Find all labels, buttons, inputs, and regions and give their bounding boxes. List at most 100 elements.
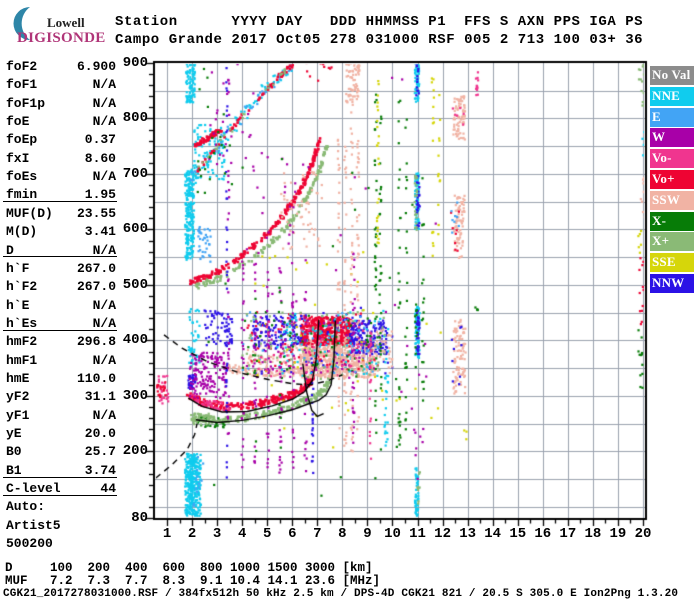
param-row-fmin: fmin 1.95: [6, 187, 116, 205]
param-row-b0: B0 25.7: [6, 444, 116, 462]
param-row-mufd: MUF(D) 23.55: [6, 206, 116, 224]
param-label: yF1: [6, 407, 30, 423]
legend-label: X+: [652, 233, 670, 249]
param-label: B1: [6, 462, 22, 478]
y-tick-label-300: 300: [122, 387, 148, 404]
param-row-hes: h`Es N/A: [6, 316, 116, 334]
param-label: h`E: [6, 297, 30, 313]
param-row-hme: hmE 110.0: [6, 371, 116, 389]
doppler-direction-legend: No Val NNE E W Vo- Vo+ SSW X- X+ SSE NNW: [650, 66, 694, 295]
param-row-fof2: foF2 6.900: [6, 59, 116, 77]
legend-label: NNE: [652, 87, 681, 103]
param-label: C-level: [6, 481, 61, 497]
y-tick-label-200: 200: [122, 443, 148, 460]
param-value: N/A: [92, 352, 116, 368]
param-row-foes: foEs N/A: [6, 169, 116, 187]
param-label: fxI: [6, 150, 30, 166]
param-value: N/A: [92, 77, 116, 93]
param-divider: [3, 201, 117, 203]
param-row-hmf2: hmF2 296.8: [6, 334, 116, 352]
legend-label: SSW: [652, 191, 681, 207]
param-label: M(D): [6, 224, 38, 240]
param-value: 1.95: [84, 187, 116, 203]
param-value: 3.74: [84, 462, 116, 478]
legend-label: NNW: [652, 274, 685, 290]
param-value: 20.0: [84, 426, 116, 441]
param-label: h`F2: [6, 279, 38, 295]
param-row-hf: h`F 267.0: [6, 261, 116, 279]
param-label: yF2: [6, 389, 30, 405]
param-value: 8.60: [84, 150, 116, 166]
legend-item-sse: SSE: [650, 253, 694, 273]
param-row-he: h`E N/A: [6, 298, 116, 316]
param-divider: [3, 494, 117, 496]
y-tick-label-80: 80: [131, 510, 148, 526]
param-row-hmf1: hmF1 N/A: [6, 353, 116, 371]
param-label: foF2: [6, 59, 38, 74]
param-value: 110.0: [76, 370, 116, 386]
legend-item-vo-: Vo-: [650, 149, 694, 169]
param-row-foe: foE N/A: [6, 114, 116, 132]
legend-label: Vo-: [652, 150, 672, 166]
param-label: foE: [6, 114, 30, 130]
lowell-digisonde-logo: Lowell DIGISONDE: [6, 4, 111, 52]
legend-label: W: [652, 129, 666, 145]
distance-row: D 100 200 400 600 800 1000 1500 3000 [km…: [5, 561, 373, 575]
legend-item-vo+: Vo+: [650, 169, 694, 189]
param-row-b1: B1 3.74: [6, 463, 116, 481]
param-row-500200: 500200: [6, 536, 116, 554]
param-label: MUF(D): [6, 205, 53, 221]
legend-item-nnw: NNW: [650, 273, 694, 293]
logo-digisonde-text: DIGISONDE: [17, 30, 106, 46]
param-value: N/A: [92, 297, 116, 313]
param-divider: [3, 476, 117, 478]
legend-item-nne: NNE: [650, 86, 694, 106]
param-value: 267.0: [76, 260, 116, 276]
param-row-auto: Auto:: [6, 499, 116, 517]
y-tick-label-600: 600: [122, 221, 148, 238]
legend-label: SSE: [652, 254, 676, 270]
legend-item-ssw: SSW: [650, 190, 694, 210]
y-tick-label-500: 500: [122, 276, 148, 293]
param-row-artist5: Artist5: [6, 518, 116, 536]
param-value: 0.37: [84, 132, 116, 148]
param-row-fxi: fxI 8.60: [6, 151, 116, 169]
param-label: fmin: [6, 187, 38, 203]
param-label: B0: [6, 444, 22, 460]
param-row-yf1: yF1 N/A: [6, 408, 116, 426]
param-row-ye: yE 20.0: [6, 426, 116, 444]
header-field-values: Campo Grande 2017 Oct05 278 031000 RSF 0…: [115, 32, 644, 48]
legend-label: No Val: [652, 67, 691, 82]
legend-label: X-: [652, 212, 667, 228]
param-divider: [3, 329, 117, 331]
param-label: yE: [6, 426, 22, 441]
param-value: N/A: [92, 242, 116, 258]
param-value: N/A: [92, 407, 116, 423]
legend-item-e: E: [650, 107, 694, 127]
y-tick-label-800: 800: [122, 110, 148, 127]
muf-row: MUF 7.2 7.3 7.7 8.3 9.1 10.4 14.1 23.6 […: [5, 574, 381, 588]
file-info-footer: CGK21_2017278031000.RSF / 384fx512h 50 k…: [3, 588, 679, 600]
digisonde-ionogram-viewer: Lowell DIGISONDE Station YYYY DAY DDD HH…: [0, 0, 700, 600]
param-value: N/A: [92, 95, 116, 111]
param-row-yf2: yF2 31.1: [6, 389, 116, 407]
legend-label: E: [652, 108, 661, 124]
param-label: foF1p: [6, 95, 46, 111]
param-label: Auto:: [6, 499, 46, 515]
param-label: 500200: [6, 536, 53, 552]
legend-item-noval: No Val: [650, 66, 694, 85]
param-label: hmF1: [6, 352, 38, 368]
param-value: N/A: [92, 315, 116, 331]
y-tick-label-900: 900: [122, 55, 148, 71]
param-row-fof1p: foF1p N/A: [6, 96, 116, 114]
param-label: h`Es: [6, 315, 38, 331]
y-tick-label-400: 400: [122, 332, 148, 349]
param-row-fof1: foF1 N/A: [6, 77, 116, 95]
param-label: hmE: [6, 370, 30, 386]
legend-label: Vo+: [652, 170, 675, 186]
legend-item-x-: X-: [650, 211, 694, 231]
legend-item-w: W: [650, 128, 694, 148]
logo-lowell-text: Lowell: [47, 15, 85, 30]
param-label: Artist5: [6, 517, 61, 533]
param-label: foF1: [6, 77, 38, 93]
